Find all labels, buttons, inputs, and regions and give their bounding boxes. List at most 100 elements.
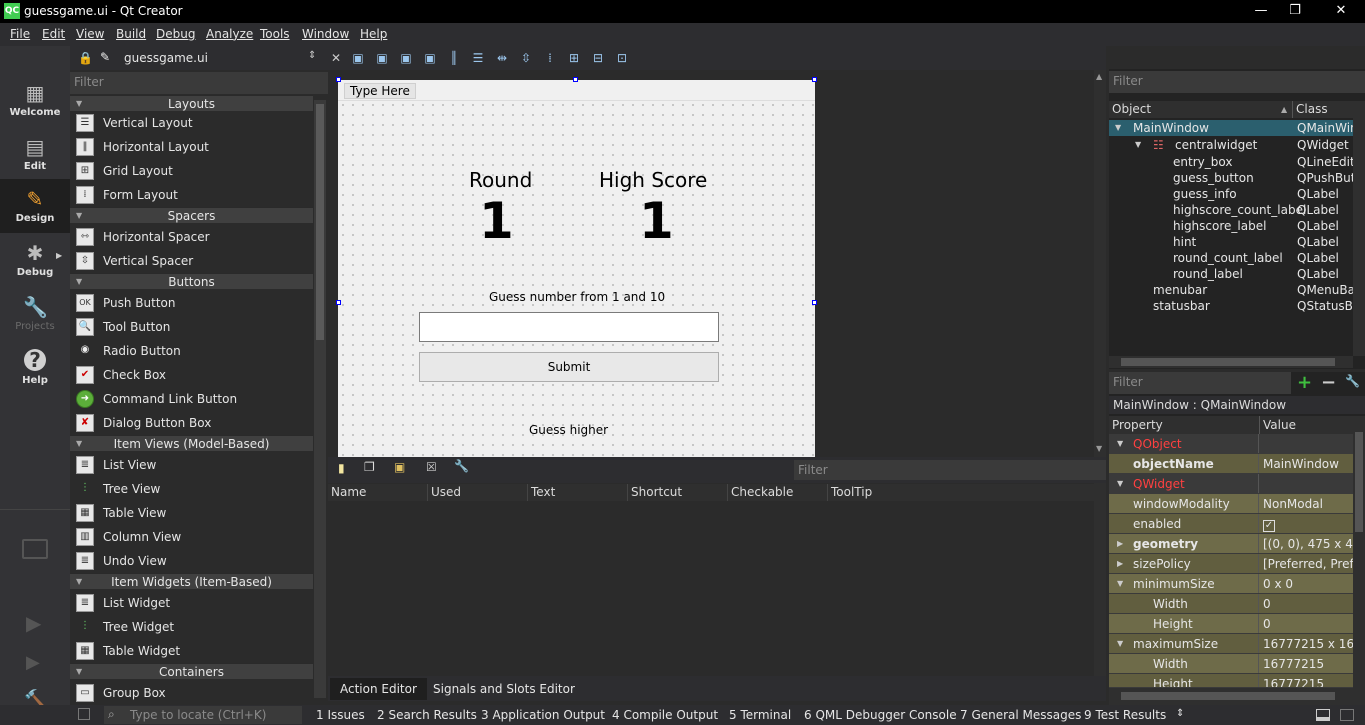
entry-box[interactable]	[419, 312, 719, 342]
property-geometry[interactable]: ▶geometry[(0, 0), 475 x 445]	[1109, 534, 1353, 554]
pane-test-results[interactable]: 9 Test Results	[1084, 708, 1166, 722]
pane-qml-debugger-console[interactable]: 6 QML Debugger Console	[804, 708, 957, 722]
tree-row-mainwindow[interactable]: ▼ MainWindow QMainWin	[1109, 120, 1353, 136]
category-layouts[interactable]: ▼ Layouts	[70, 95, 313, 111]
resize-handle[interactable]	[336, 77, 341, 82]
category-spacers[interactable]: ▼ Spacers	[70, 207, 313, 223]
property-value[interactable]: 0	[1260, 594, 1353, 613]
minimize-button[interactable]: —	[1246, 2, 1276, 20]
adjust-size-icon[interactable]: ⊡	[614, 50, 630, 66]
menu-build[interactable]: Build	[116, 27, 146, 41]
column-header-text[interactable]: Text	[528, 484, 628, 501]
mode-design[interactable]: ✎ Design	[0, 179, 70, 233]
close-button[interactable]: ✕	[1326, 2, 1356, 20]
property-value[interactable]: 16777215	[1260, 654, 1353, 673]
break-layout-icon[interactable]: ⊟	[590, 50, 606, 66]
edit-tab-order-icon[interactable]: ▣	[422, 50, 438, 66]
object-hscrollbar[interactable]	[1109, 356, 1353, 368]
widget-horizontal-layout[interactable]: ‖ Horizontal Layout	[70, 135, 313, 159]
menu-view[interactable]: View	[76, 27, 104, 41]
widget-vertical-spacer[interactable]: ⇳ Vertical Spacer	[70, 249, 313, 273]
tree-row-statusbar[interactable]: statusbar QStatusBa	[1109, 298, 1353, 314]
property-group-qobject[interactable]: ▼ QObject	[1109, 434, 1353, 454]
widget-radio-button[interactable]: ◉ Radio Button	[70, 339, 313, 363]
hint-label[interactable]: Guess higher	[529, 423, 608, 437]
tree-row-hint[interactable]: hint QLabel	[1109, 234, 1353, 250]
tab-action-editor[interactable]: Action Editor	[330, 678, 427, 700]
mode-projects[interactable]: 🔧 Projects	[0, 287, 70, 341]
pane-application-output[interactable]: 3 Application Output	[481, 708, 605, 722]
resize-handle[interactable]	[812, 77, 817, 82]
column-header-shortcut[interactable]: Shortcut	[628, 484, 728, 501]
widget-command-link-button[interactable]: ➜ Command Link Button	[70, 387, 313, 411]
lay-out-vertically-icon[interactable]: ☰	[470, 50, 486, 66]
object-filter-input[interactable]: Filter	[1109, 71, 1365, 93]
object-column-header[interactable]: Object	[1112, 101, 1151, 118]
menu-help[interactable]: Help	[360, 27, 387, 41]
file-selector[interactable]: 🔒 ✎ guessgame.ui ⇕	[70, 46, 328, 70]
widget-check-box[interactable]: ✔ Check Box	[70, 363, 313, 387]
pane-issues[interactable]: 1 Issues	[316, 708, 365, 722]
property-min-height[interactable]: Height 0	[1109, 614, 1353, 634]
resize-handle[interactable]	[336, 300, 341, 305]
category-containers[interactable]: ▼ Containers	[70, 663, 313, 679]
class-column-header[interactable]: Class	[1296, 101, 1328, 118]
widget-tool-button[interactable]: 🔍 Tool Button	[70, 315, 313, 339]
property-value[interactable]: 16777215	[1260, 674, 1353, 687]
property-value[interactable]: MainWindow	[1260, 454, 1353, 473]
property-minimumsize[interactable]: ▼ minimumSize 0 x 0	[1109, 574, 1353, 594]
widget-table-view[interactable]: ▦ Table View	[70, 501, 313, 525]
tree-row-round-label[interactable]: round_label QLabel	[1109, 266, 1353, 282]
widget-table-widget[interactable]: ▦ Table Widget	[70, 639, 313, 663]
pane-general-messages[interactable]: 7 General Messages	[960, 708, 1081, 722]
widget-box-scrollbar[interactable]	[314, 100, 326, 698]
tree-row-highscore-label[interactable]: highscore_label QLabel	[1109, 218, 1353, 234]
round-count-label[interactable]: 1	[479, 192, 514, 250]
action-filter-input[interactable]: Filter	[794, 460, 1106, 480]
configure-icon[interactable]: 🔧	[454, 459, 469, 473]
tab-signals-slots-editor[interactable]: Signals and Slots Editor	[423, 678, 585, 700]
menu-debug[interactable]: Debug	[156, 27, 195, 41]
menu-analyze[interactable]: Analyze	[206, 27, 253, 41]
column-header-name[interactable]: Name	[328, 484, 428, 501]
property-column-header[interactable]: Property	[1112, 416, 1163, 434]
tree-row-centralwidget[interactable]: ▼ ☷ centralwidget QWidget	[1109, 137, 1353, 153]
property-enabled[interactable]: enabled ✓	[1109, 514, 1353, 534]
mode-debug[interactable]: ✱ Debug ▶	[0, 233, 70, 287]
property-value[interactable]: [Preferred, Pref...	[1260, 554, 1353, 573]
widget-vertical-layout[interactable]: ☰ Vertical Layout	[70, 111, 313, 135]
main-window-form[interactable]: Type Here Round High Score 1 1 Guess num…	[338, 80, 815, 457]
property-hscrollbar[interactable]	[1109, 688, 1365, 705]
round-label[interactable]: Round	[469, 168, 532, 192]
property-value[interactable]: [(0, 0), 475 x 445]	[1260, 534, 1353, 553]
canvas-scrollbar[interactable]: ▲ ▼	[1094, 70, 1106, 457]
column-header-tooltip[interactable]: ToolTip	[828, 484, 1106, 501]
paste-icon[interactable]: ▣	[394, 460, 405, 474]
tree-row-highscore-count-label[interactable]: highscore_count_label QLabel	[1109, 202, 1353, 218]
toggle-right-sidebar-icon[interactable]	[1340, 709, 1354, 721]
column-header-used[interactable]: Used	[428, 484, 528, 501]
resize-handle[interactable]	[812, 300, 817, 305]
add-dynamic-property-icon[interactable]: +	[1297, 372, 1312, 393]
property-maximumsize[interactable]: ▼maximumSize16777215 x 1677...	[1109, 634, 1353, 654]
edit-buddies-icon[interactable]: ▣	[398, 50, 414, 66]
debug-run-icon[interactable]: ▶	[26, 652, 40, 673]
guess-button[interactable]: Submit	[419, 352, 719, 382]
property-objectname[interactable]: objectName MainWindow	[1109, 454, 1353, 474]
tree-row-guess-button[interactable]: guess_button QPushButt	[1109, 170, 1353, 186]
tree-row-round-count-label[interactable]: round_count_label QLabel	[1109, 250, 1353, 266]
property-filter-input[interactable]: Filter	[1109, 372, 1291, 394]
mode-help[interactable]: ? Help	[0, 341, 70, 395]
restore-button[interactable]: ❐	[1280, 2, 1310, 20]
horizontal-splitter-icon[interactable]: ⇹	[494, 50, 510, 66]
action-scrollbar[interactable]	[1094, 483, 1106, 693]
widget-horizontal-spacer[interactable]: ⇿ Horizontal Spacer	[70, 225, 313, 249]
close-editor-icon[interactable]: ✕	[328, 50, 344, 66]
tree-row-guess-info[interactable]: guess_info QLabel	[1109, 186, 1353, 202]
property-value[interactable]: 0 x 0	[1260, 574, 1353, 593]
widget-form-layout[interactable]: ⁞ Form Layout	[70, 183, 313, 207]
property-vscrollbar[interactable]	[1353, 416, 1365, 688]
property-max-height[interactable]: Height 16777215	[1109, 674, 1353, 688]
widget-grid-layout[interactable]: ⊞ Grid Layout	[70, 159, 313, 183]
configure-icon[interactable]: 🔧	[1345, 374, 1360, 388]
